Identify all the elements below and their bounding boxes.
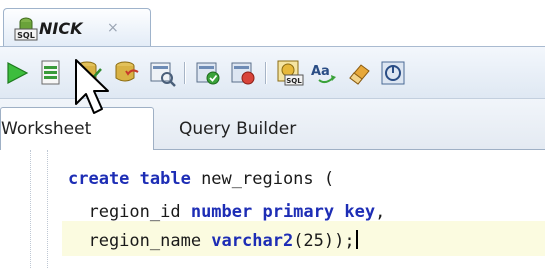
gutter-divider: [30, 150, 31, 268]
sql-tuning-advisor-icon[interactable]: [378, 58, 408, 88]
commit-icon[interactable]: [74, 58, 104, 88]
sql-tuning-icon[interactable]: [228, 58, 258, 88]
keyword: create table: [68, 169, 191, 189]
document-tab-strip: SQL NICK ×: [0, 0, 545, 46]
worksheet-toolbar: SQL Aa: [0, 46, 545, 98]
toolbar-separator: [265, 62, 267, 84]
code-line-2: region_id number primary key,: [68, 202, 385, 222]
sql-developer-worksheet: SQL NICK × SQL Aa Worksheet Query Builde…: [0, 0, 545, 268]
sql-editor[interactable]: create table new_regions ( region_id num…: [0, 150, 545, 268]
code-text: region_id: [68, 202, 191, 222]
connection-tab-nick[interactable]: SQL NICK ×: [3, 8, 151, 46]
code-text: region_name: [68, 231, 212, 251]
editor-gutter: [0, 150, 62, 268]
code-line-3: region_name varchar2(25));: [68, 230, 358, 251]
sql-connection-icon: SQL: [14, 17, 38, 41]
tab-query-builder[interactable]: Query Builder: [179, 119, 296, 139]
explain-plan-icon[interactable]: [147, 58, 177, 88]
svg-text:Aa: Aa: [311, 64, 330, 79]
run-script-icon[interactable]: [36, 58, 66, 88]
svg-text:SQL: SQL: [286, 77, 302, 85]
rollback-icon[interactable]: [112, 58, 142, 88]
sql-history-icon[interactable]: SQL: [275, 58, 305, 88]
close-icon[interactable]: ×: [107, 20, 119, 36]
worksheet-subtabs: Worksheet Query Builder: [0, 98, 545, 151]
keyword: varchar2: [211, 231, 294, 251]
svg-text:SQL: SQL: [17, 31, 35, 40]
text-caret: [355, 230, 358, 249]
code-text: new_regions (: [190, 169, 335, 189]
code-text: (25));: [293, 231, 355, 251]
autotrace-icon[interactable]: [193, 58, 223, 88]
clear-eraser-icon[interactable]: [344, 58, 374, 88]
run-statement-icon[interactable]: [2, 58, 32, 88]
keyword: number primary key: [190, 202, 376, 222]
code-text: ,: [375, 202, 386, 222]
format-case-icon[interactable]: Aa: [309, 58, 339, 88]
tab-worksheet-label[interactable]: Worksheet: [1, 119, 91, 139]
connection-tab-label: NICK: [39, 19, 83, 38]
indent-guide: [47, 150, 48, 268]
code-line-1: create table new_regions (: [68, 169, 334, 189]
toolbar-separator: [184, 62, 186, 84]
